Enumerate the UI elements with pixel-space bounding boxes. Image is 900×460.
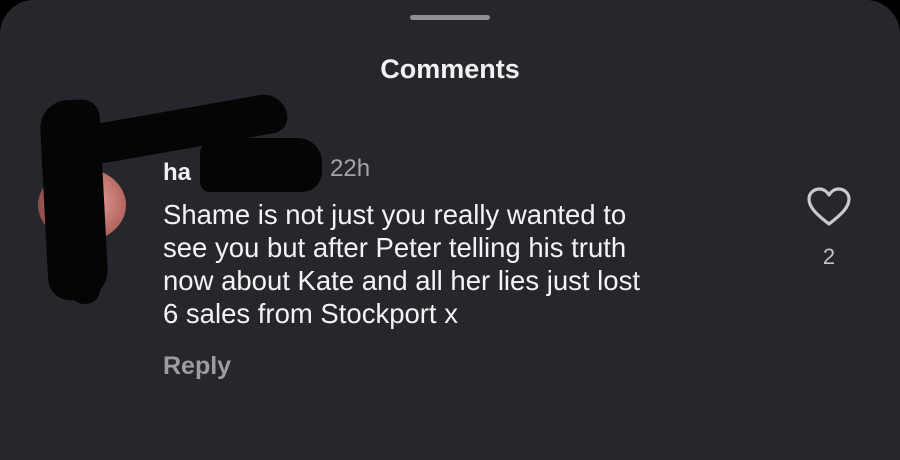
drag-handle[interactable] xyxy=(410,15,490,20)
reply-button[interactable]: Reply xyxy=(163,352,231,381)
comments-sheet: Comments ha 22h Shame is not just you re… xyxy=(0,0,900,460)
comment-author[interactable]: ha xyxy=(163,159,191,187)
comment-text-line: see you but after Peter telling his trut… xyxy=(163,232,627,263)
like-count: 2 xyxy=(822,244,836,269)
comment-text-line: now about Kate and all her lies just los… xyxy=(163,265,640,296)
sheet-title: Comments xyxy=(380,54,520,84)
like-button[interactable] xyxy=(806,186,852,228)
comment-text-line: Shame is not just you really wanted to xyxy=(163,199,627,230)
redaction-mark xyxy=(200,138,322,192)
redaction-mark xyxy=(70,262,100,304)
comment-timestamp: 22h xyxy=(330,155,371,182)
comment-text-line: 6 sales from Stockport x xyxy=(163,298,458,329)
comment-text: Shame is not just you really wanted to s… xyxy=(163,198,763,330)
heart-outline-icon xyxy=(807,187,851,226)
